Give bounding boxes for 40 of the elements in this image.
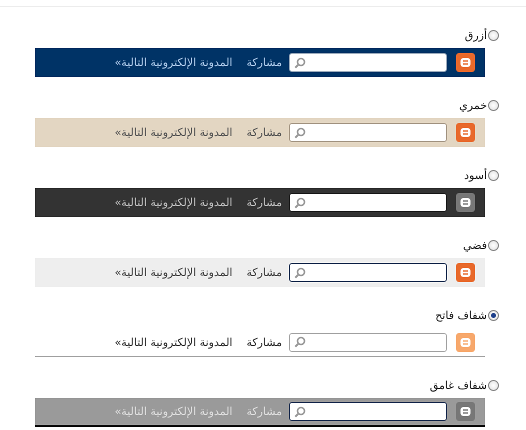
blog-logo-icon (456, 53, 475, 72)
next-blog-link[interactable]: المدونة الإلكترونية التالية» (114, 196, 232, 209)
search-field[interactable] (289, 123, 447, 142)
radio-button[interactable] (488, 310, 499, 320)
option-label: شفاف غامق (430, 378, 487, 392)
search-icon (294, 266, 306, 278)
blog-logo-icon (456, 402, 475, 421)
share-link[interactable]: مشاركة (246, 126, 282, 139)
search-field[interactable] (289, 263, 447, 282)
search-icon (294, 126, 306, 138)
next-blog-link[interactable]: المدونة الإلكترونية التالية» (114, 126, 232, 139)
search-icon (294, 196, 306, 208)
search-icon (294, 336, 306, 348)
share-link[interactable]: مشاركة (246, 266, 282, 279)
search-field[interactable] (289, 193, 447, 212)
option-label: أسود (464, 168, 487, 182)
option-label: أزرق (464, 28, 487, 42)
radio-button[interactable] (488, 380, 499, 390)
share-link[interactable]: مشاركة (246, 56, 282, 69)
search-field[interactable] (289, 53, 447, 72)
search-field[interactable] (289, 332, 447, 352)
option-label: فضي (463, 238, 487, 252)
blog-logo-icon (456, 123, 475, 142)
search-icon (294, 406, 306, 418)
radio-button[interactable] (488, 30, 499, 40)
search-icon (294, 56, 306, 68)
option-label: شفاف فاتح (435, 308, 487, 322)
blog-logo-icon (456, 193, 475, 212)
next-blog-link[interactable]: المدونة الإلكترونية التالية» (114, 336, 232, 348)
next-blog-link[interactable]: المدونة الإلكترونية التالية» (114, 266, 232, 279)
share-link[interactable]: مشاركة (246, 196, 282, 209)
blog-logo-icon (456, 263, 475, 282)
next-blog-link[interactable]: المدونة الإلكترونية التالية» (114, 56, 232, 69)
blog-logo-icon (456, 332, 475, 352)
radio-button[interactable] (488, 240, 499, 250)
search-field[interactable] (289, 402, 447, 421)
option-label: خمري (459, 98, 487, 112)
share-link[interactable]: مشاركة (246, 336, 282, 348)
radio-button[interactable] (488, 170, 499, 180)
radio-button[interactable] (488, 100, 499, 110)
